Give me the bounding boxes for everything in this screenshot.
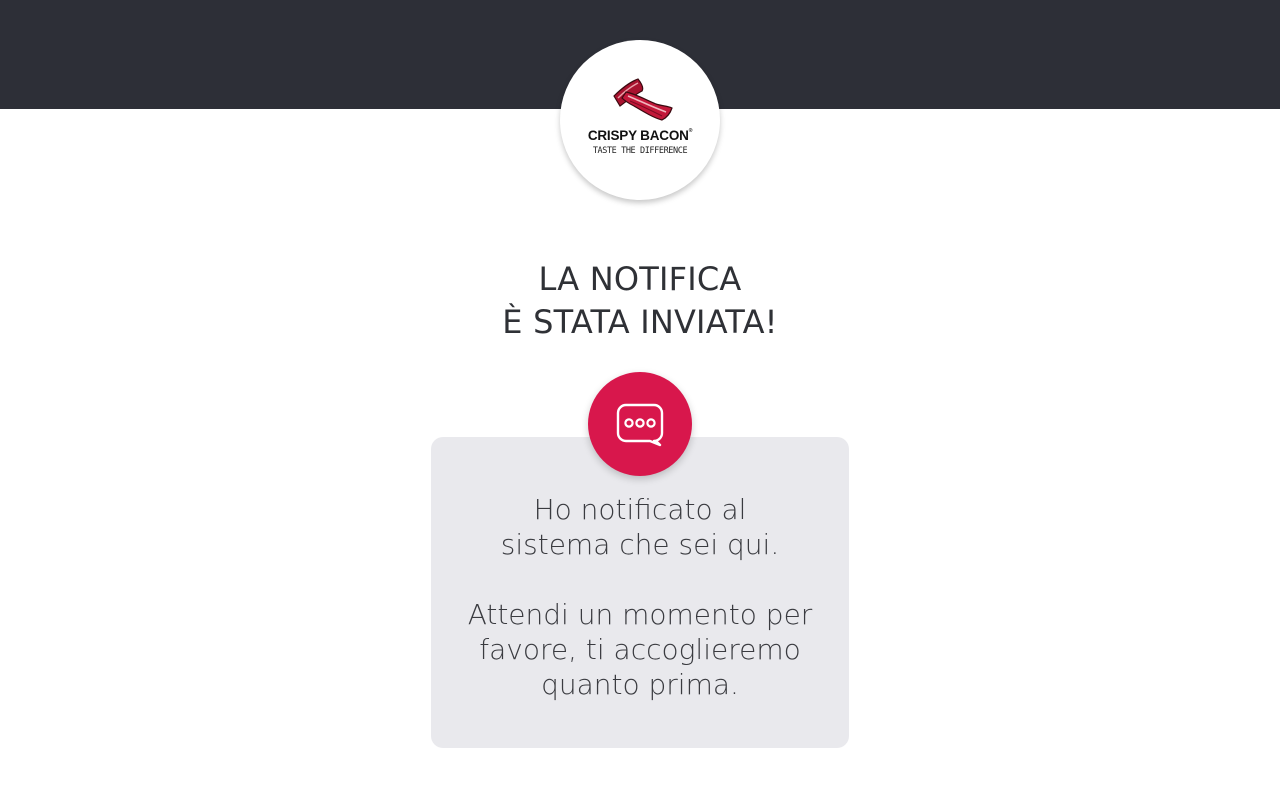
message-line-5: quanto prima.: [541, 668, 739, 701]
status-badge: [588, 372, 692, 476]
message-line-3: Attendi un momento per: [467, 598, 813, 631]
title-line-2: È STATA INVIATA!: [502, 303, 778, 341]
bacon-strips-icon: [613, 78, 673, 121]
message-line-2: sistema che sei qui.: [500, 528, 780, 561]
brand-tagline: TASTE THE DIFFERENCE: [592, 146, 688, 156]
message-line-1: Ho notificato al: [533, 493, 747, 526]
chat-bubble-icon: [616, 403, 664, 447]
notification-message: Ho notificato al sistema che sei qui. At…: [431, 492, 849, 702]
message-line-4: favore, ti accoglieremo: [479, 633, 801, 666]
message-spacer: [431, 562, 849, 597]
page-title: LA NOTIFICA È STATA INVIATA!: [340, 258, 940, 344]
brand-name: CRISPY BACON®: [587, 128, 693, 143]
title-line-1: LA NOTIFICA: [538, 260, 742, 298]
brand-logo: CRISPY BACON® TASTE THE DIFFERENCE: [560, 40, 720, 200]
